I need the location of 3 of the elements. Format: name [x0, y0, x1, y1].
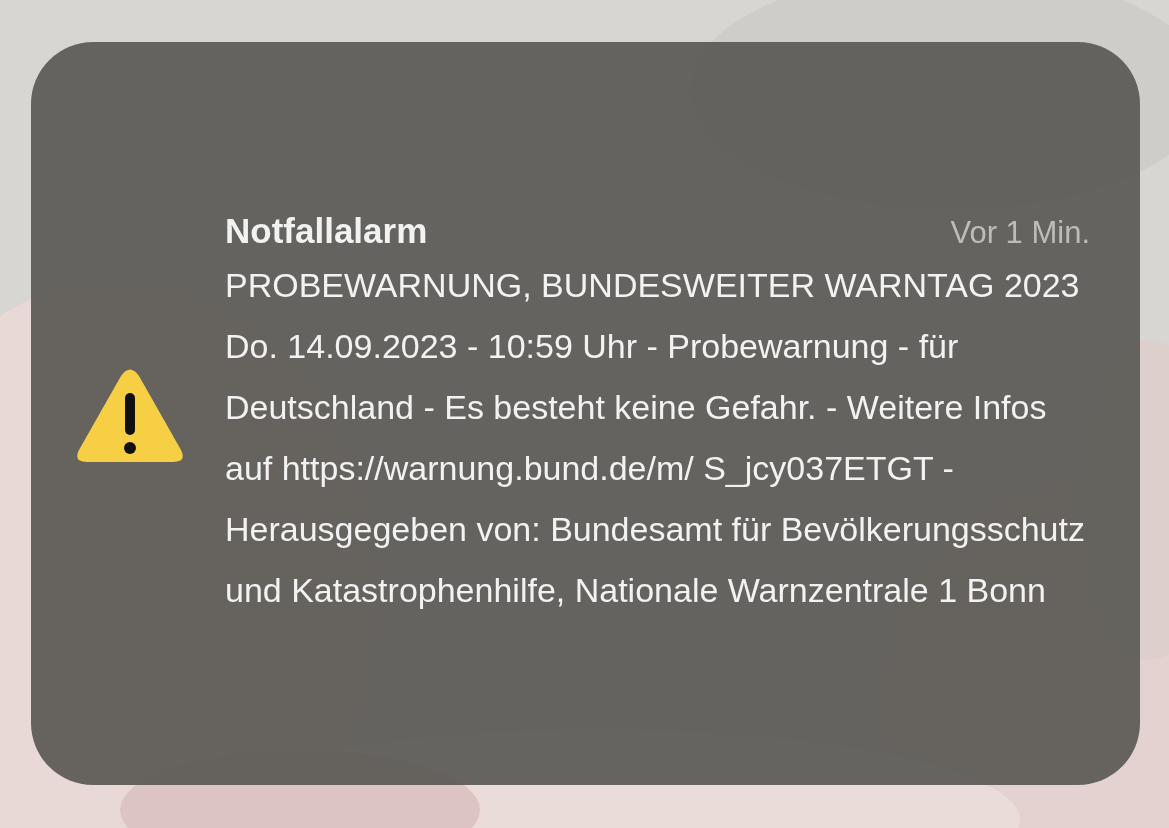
app-name: Notfallalarm — [225, 210, 428, 251]
timestamp: Vor 1 Min. — [950, 214, 1090, 251]
alert-message: PROBEWARNUNG, BUNDESWEITER WARNTAG 2023 Do. 14.09.2023 - 10:59 Uhr - Probewarnung - für Deutschland - Es besteht keine Gefahr. - Weitere Infos auf https://warnung.bund.de/m/ S_jcy037ETGT - Herausgegeben von: Bundesamt für Bevölkerungsschutz und Katastrophenhilfe, Nationale Warnzentrale 1 Bonn — [225, 264, 1086, 611]
